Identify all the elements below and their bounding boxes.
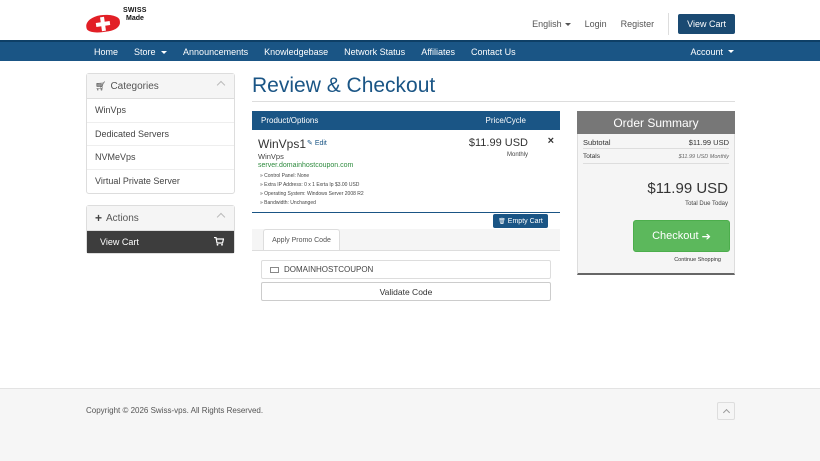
header-price-cycle: Price/Cycle <box>485 116 526 125</box>
promo-section: Apply Promo Code DOMAINHOSTCOUPON Valida… <box>252 229 560 310</box>
item-price: $11.99 USD <box>468 137 528 149</box>
ticket-icon <box>270 266 279 273</box>
categories-panel: 🛒︎ Categories WinVps Dedicated Servers N… <box>86 73 235 194</box>
divider <box>668 13 670 35</box>
nav-home[interactable]: Home <box>86 47 126 57</box>
item-option: » Operating System: Windows Server 2008 … <box>260 191 364 197</box>
footer: Copyright © 2026 Swiss-vps. All Rights R… <box>0 388 820 461</box>
cart-icon <box>214 237 224 246</box>
item-domain: server.domainhostcoupon.com <box>258 162 354 169</box>
top-header: SWISS Made English Login Register View C… <box>0 0 820 40</box>
total-due-label: Total Due Today <box>685 201 728 207</box>
arrow-right-icon: ➔ <box>701 230 711 243</box>
cart-item-row: WinVps1 ✎ Edit WinVps server.domainhostc… <box>252 130 560 213</box>
totals-label: Totals <box>583 153 600 160</box>
checkout-button[interactable]: Checkout ➔ <box>633 220 730 252</box>
main-navbar: Home Store Announcements Knowledgebase N… <box>0 40 820 61</box>
logo-text-line1: SWISS <box>123 7 147 14</box>
actions-header[interactable]: + Actions <box>87 206 234 231</box>
item-option: » Extra IP Address: 0 x 1 Exrta Ip $3.00… <box>260 182 360 188</box>
sidebar-view-cart[interactable]: View Cart <box>87 231 234 253</box>
nav-announcements[interactable]: Announcements <box>175 47 256 57</box>
tab-apply-promo-code[interactable]: Apply Promo Code <box>263 229 340 251</box>
nav-affiliates[interactable]: Affiliates <box>413 47 463 57</box>
category-nvmevps[interactable]: NVMeVps <box>87 146 234 170</box>
order-summary-title: Order Summary <box>577 111 735 134</box>
item-cycle: Monthly <box>506 152 528 158</box>
item-name: WinVps1 <box>258 137 307 151</box>
empty-cart-button[interactable]: 🗑︎ Empty Cart <box>493 214 548 228</box>
top-links: English Login Register View Cart <box>532 13 735 35</box>
page-title: Review & Checkout <box>252 74 436 97</box>
totals-value: $11.99 USD Monthly <box>678 154 729 160</box>
header-product-options: Product/Options <box>261 116 319 125</box>
view-cart-button[interactable]: View Cart <box>678 14 735 34</box>
validate-code-button[interactable]: Validate Code <box>261 282 551 301</box>
nav-account[interactable]: Account <box>690 42 734 61</box>
order-summary: Order Summary Subtotal $11.99 USD Totals… <box>577 111 735 275</box>
cart-table-header: Product/Options Price/Cycle <box>252 111 560 130</box>
continue-shopping-link[interactable]: Continue Shopping <box>674 257 721 263</box>
chevron-up-icon <box>722 408 731 417</box>
promo-code-input[interactable]: DOMAINHOSTCOUPON <box>261 260 551 279</box>
logo-text-line2: Made <box>126 15 144 22</box>
actions-panel: + Actions View Cart <box>86 205 235 254</box>
nav-network-status[interactable]: Network Status <box>336 47 413 57</box>
back-to-top-button[interactable] <box>717 402 735 420</box>
subtotal-value: $11.99 USD <box>688 138 729 147</box>
item-option: » Control Panel: None <box>260 173 310 179</box>
chevron-up-icon <box>216 80 226 90</box>
totals-row: Totals $11.99 USD Monthly <box>583 149 729 164</box>
nav-store[interactable]: Store <box>126 47 175 57</box>
item-option: » Bandwidth: Unchanged <box>260 200 316 206</box>
caret-down-icon <box>564 23 571 27</box>
item-group: WinVps <box>258 152 284 161</box>
edit-item-link[interactable]: ✎ Edit <box>307 139 327 147</box>
subtotal-row: Subtotal $11.99 USD <box>583 134 729 149</box>
login-link[interactable]: Login <box>585 19 607 29</box>
shopping-cart-icon: 🛒︎ <box>95 80 107 91</box>
remove-item-icon[interactable]: × <box>548 135 554 147</box>
chevron-up-icon <box>216 212 226 222</box>
language-selector[interactable]: English <box>532 19 571 29</box>
plus-icon: + <box>95 211 103 225</box>
subtotal-label: Subtotal <box>583 138 611 147</box>
categories-header[interactable]: 🛒︎ Categories <box>87 74 234 99</box>
category-winvps[interactable]: WinVps <box>87 99 234 123</box>
cart-table: Product/Options Price/Cycle WinVps1 ✎ Ed… <box>252 111 560 213</box>
category-virtual-private-server[interactable]: Virtual Private Server <box>87 170 234 194</box>
title-divider <box>252 101 735 102</box>
copyright-text: Copyright © 2026 Swiss-vps. All Rights R… <box>86 406 264 415</box>
item-options-list: » Control Panel: None » Extra IP Address… <box>260 172 364 208</box>
trash-icon: 🗑︎ <box>498 218 506 225</box>
category-dedicated-servers[interactable]: Dedicated Servers <box>87 123 234 146</box>
caret-down-icon <box>161 50 168 54</box>
nav-knowledgebase[interactable]: Knowledgebase <box>256 47 336 57</box>
nav-contact-us[interactable]: Contact Us <box>463 47 524 57</box>
register-link[interactable]: Register <box>621 19 655 29</box>
caret-down-icon <box>728 50 734 53</box>
total-amount: $11.99 USD <box>647 180 728 197</box>
site-logo[interactable]: SWISS Made <box>84 7 147 35</box>
